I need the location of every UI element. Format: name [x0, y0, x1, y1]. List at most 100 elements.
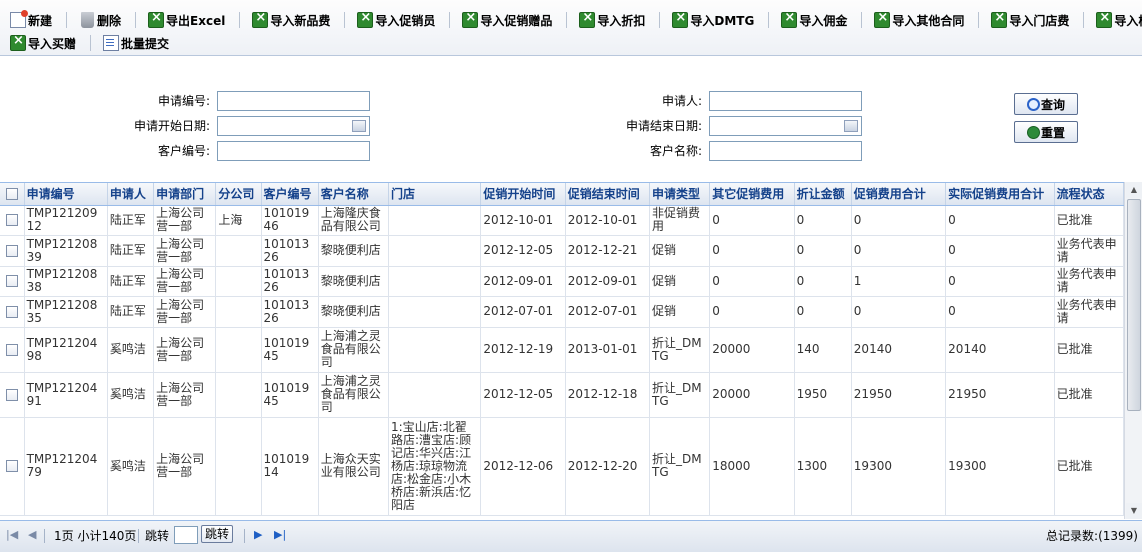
table-cell: 上海公司营一部	[153, 372, 217, 418]
table-cell: 0	[851, 205, 947, 236]
table-cell: 上海公司营一部	[153, 327, 217, 373]
scroll-thumb[interactable]	[1127, 199, 1141, 411]
table-row[interactable]: TMP12120498 奚鸣洁 上海公司营一部 10101945 上海浦之灵食品有限公司…	[0, 327, 1125, 373]
excel-icon	[672, 10, 689, 28]
batch-submit-button[interactable]: 批量提交	[99, 32, 175, 54]
import-promoter-button[interactable]: 导入促销员	[353, 9, 441, 31]
table-cell: 奚鸣洁	[107, 327, 155, 373]
row-checkbox[interactable]	[5, 343, 18, 356]
import-sample-gift-button[interactable]: 导入样赠	[1092, 9, 1142, 31]
reset-button[interactable]: 重置	[1014, 121, 1078, 143]
table-row[interactable]: TMP12120912 陆正军 上海公司营一部 上海 10101946 上海隆庆食品有限公…	[0, 205, 1125, 236]
table-cell: 陆正军	[107, 266, 155, 297]
end-date-input[interactable]	[709, 116, 862, 136]
column-header[interactable]: 促销费用合计	[851, 183, 947, 206]
table-cell: 上海众天实业有限公司	[318, 417, 390, 516]
import-dmtg-button[interactable]: 导入DMTG	[668, 9, 760, 31]
vertical-scrollbar[interactable]: ▲ ▼	[1124, 182, 1142, 519]
table-cell: 2012-10-01	[565, 205, 651, 236]
table-cell: 上海	[215, 205, 262, 236]
applicant-input[interactable]	[709, 91, 862, 111]
start-date-input[interactable]	[217, 116, 370, 136]
table-row[interactable]: TMP12120835 陆正军 上海公司营一部 10101326 黎晓便利店 2012-0…	[0, 296, 1125, 328]
table-cell: 0	[945, 235, 1055, 267]
application-no-input[interactable]	[217, 91, 370, 111]
row-checkbox[interactable]	[5, 460, 18, 472]
column-header[interactable]: 申请人	[107, 183, 155, 206]
column-header[interactable]: 促销开始时间	[480, 183, 566, 206]
scroll-down-arrow-icon[interactable]: ▼	[1126, 503, 1142, 519]
column-header[interactable]: 申请部门	[153, 183, 217, 206]
toolbar-separator	[66, 12, 68, 28]
table-cell: 已批准	[1054, 372, 1125, 418]
calendar-icon[interactable]	[352, 120, 366, 132]
table-cell: 促销	[649, 235, 711, 267]
prev-page-icon[interactable]: ◀	[28, 528, 36, 541]
first-page-icon[interactable]: |◀	[6, 528, 18, 541]
table-cell: TMP12120491	[24, 372, 108, 418]
table-cell: 2012-12-18	[565, 372, 651, 418]
table-cell: 2012-12-21	[565, 235, 651, 267]
import-buy-gift-button[interactable]: 导入买赠	[6, 32, 82, 54]
table-row[interactable]: TMP12120479 奚鸣洁 上海公司营一部 10101914 上海众天实业有限公司 1…	[0, 417, 1125, 516]
scroll-up-arrow-icon[interactable]: ▲	[1126, 182, 1142, 198]
table-cell: 2012-12-19	[480, 327, 566, 373]
table-row[interactable]: TMP12120838 陆正军 上海公司营一部 10101326 黎晓便利店 2012-0…	[0, 266, 1125, 297]
import-other-contract-button[interactable]: 导入其他合同	[870, 9, 970, 31]
row-checkbox[interactable]	[5, 214, 18, 226]
page-number-input[interactable]	[174, 526, 198, 544]
customer-name-input[interactable]	[709, 141, 862, 161]
row-select-cell	[0, 327, 25, 373]
column-header[interactable]: 实际促销费用合计	[945, 183, 1055, 206]
table-row[interactable]: TMP12120491 奚鸣洁 上海公司营一部 10101945 上海浦之灵食品有限公司…	[0, 372, 1125, 418]
row-checkbox[interactable]	[5, 244, 18, 257]
customer-no-input[interactable]	[217, 141, 370, 161]
select-all-checkbox[interactable]	[5, 188, 18, 201]
excel-icon	[252, 10, 269, 28]
table-cell: 上海公司营一部	[153, 296, 217, 328]
last-page-icon[interactable]: ▶|	[274, 528, 286, 541]
table-cell	[388, 372, 482, 418]
column-header[interactable]: 申请类型	[649, 183, 711, 206]
import-new-product-fee-button[interactable]: 导入新品费	[248, 9, 336, 31]
calendar-icon[interactable]	[844, 120, 858, 132]
column-header[interactable]: 促销结束时间	[565, 183, 651, 206]
column-header[interactable]: 门店	[388, 183, 482, 206]
table-cell: 促销	[649, 296, 711, 328]
import-store-fee-button[interactable]: 导入门店费	[987, 9, 1075, 31]
column-header[interactable]: 申请编号	[24, 183, 108, 206]
column-header[interactable]: 其它促销费用	[709, 183, 795, 206]
column-header[interactable]: 流程状态	[1054, 183, 1125, 206]
applicant-label: 申请人:	[661, 94, 702, 108]
excel-icon	[10, 33, 26, 51]
table-row[interactable]: TMP12120839 陆正军 上海公司营一部 10101326 黎晓便利店 2012-1…	[0, 235, 1125, 267]
new-button[interactable]: 新建	[6, 9, 58, 31]
page-info: 1页 小计140页	[54, 529, 137, 543]
select-all-cell	[0, 183, 25, 206]
table-cell: 20140	[945, 327, 1055, 373]
table-cell: 20000	[709, 327, 795, 373]
data-grid: 申请编号 申请人 申请部门 分公司 客户编号 客户名称 门店 促销开始时间 促销结束时间 申请类型…	[0, 182, 1142, 519]
column-header[interactable]: 分公司	[215, 183, 262, 206]
row-checkbox[interactable]	[5, 305, 18, 318]
row-checkbox[interactable]	[5, 388, 18, 401]
export-excel-button[interactable]: 导出Excel	[144, 9, 231, 31]
column-header[interactable]: 客户编号	[261, 183, 319, 206]
table-cell: 0	[709, 296, 795, 328]
toolbar-separator	[768, 12, 770, 28]
column-header[interactable]: 客户名称	[318, 183, 390, 206]
table-cell: 黎晓便利店	[318, 296, 390, 328]
import-discount-button[interactable]: 导入折扣	[575, 9, 651, 31]
row-checkbox[interactable]	[5, 275, 18, 287]
import-promo-gift-button[interactable]: 导入促销赠品	[458, 9, 558, 31]
column-header[interactable]: 折让金额	[794, 183, 852, 206]
table-cell: 已批准	[1054, 205, 1125, 236]
next-page-icon[interactable]: ▶	[254, 528, 262, 541]
delete-button[interactable]: 删除	[75, 9, 127, 31]
toolbar-button-label: 导入门店费	[1009, 13, 1070, 28]
query-button[interactable]: 查询	[1014, 93, 1078, 115]
table-cell: TMP12120479	[24, 417, 108, 516]
table-cell: 0	[851, 296, 947, 328]
jump-button[interactable]: 跳转	[201, 525, 234, 543]
import-commission-button[interactable]: 导入佣金	[777, 9, 853, 31]
